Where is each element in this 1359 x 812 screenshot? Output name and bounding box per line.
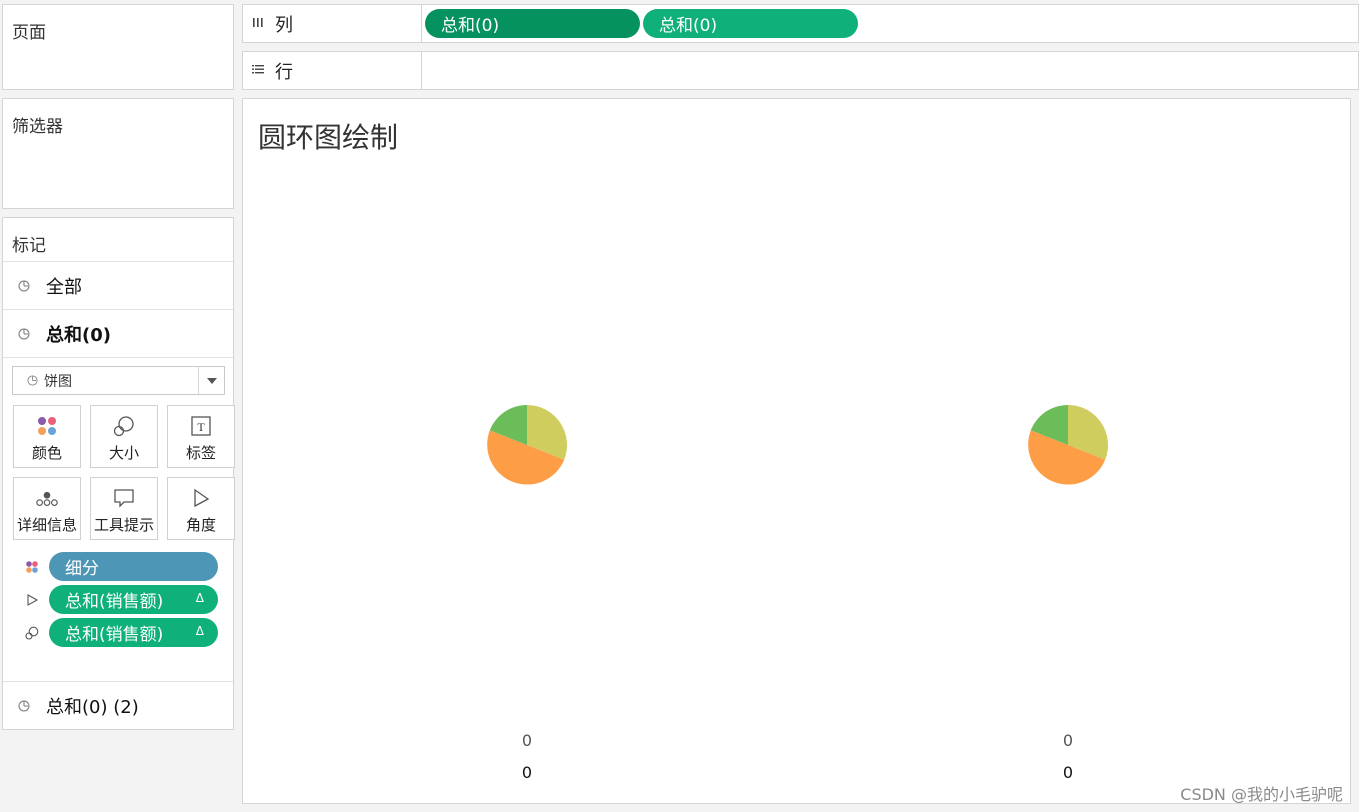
pie-icon: [18, 328, 30, 339]
color-icon: [25, 560, 39, 574]
marks-layer1-label: 总和(0): [46, 324, 111, 346]
size-icon: [25, 626, 39, 640]
pill-label: 总和(0): [659, 16, 718, 36]
watermark: CSDN @我的小毛驴呢: [1180, 785, 1343, 804]
tile-label: 角度: [185, 516, 216, 534]
marks-layer2-row[interactable]: 总和(0) (2): [3, 681, 233, 729]
label-icon: T: [189, 414, 213, 438]
pill-label: 细分: [65, 559, 99, 579]
angle-button[interactable]: 角度: [167, 477, 235, 540]
pill-label: 总和(销售额): [65, 625, 164, 645]
color-icon: [35, 414, 59, 438]
mark-type-value: 饼图: [44, 373, 72, 390]
dropdown-button[interactable]: [198, 367, 224, 394]
pie-icon: [27, 375, 38, 386]
pages-title: 页面: [12, 23, 46, 43]
pill-label: 总和(销售额): [65, 592, 164, 612]
field-pill-segment[interactable]: 细分: [49, 552, 218, 581]
columns-icon: [252, 16, 266, 32]
pie-chart-pane-1[interactable]: [485, 403, 569, 487]
delta-icon: Δ: [195, 624, 204, 638]
pie-icon: [18, 280, 30, 291]
marks-all-row[interactable]: 全部: [3, 261, 233, 309]
pie-chart-pane-2[interactable]: [1026, 403, 1110, 487]
axis-value: 0: [1062, 731, 1074, 750]
columns-shelf[interactable]: 列 总和(0) 总和(0): [242, 4, 1359, 43]
rows-shelf[interactable]: 行: [242, 51, 1359, 90]
rows-shelf-header: 行: [243, 52, 422, 89]
tooltip-icon: [112, 486, 136, 510]
tile-label: 详细信息: [16, 516, 77, 534]
view-canvas[interactable]: 圆环图绘制 0 0 0 0: [242, 98, 1351, 804]
pie-icon: [18, 700, 30, 711]
field-row-color: 细分: [3, 552, 233, 582]
pill-label: 总和(0): [441, 16, 500, 36]
rows-icon: [252, 63, 266, 79]
tile-label: 工具提示: [93, 516, 154, 534]
angle-icon: [189, 486, 213, 510]
marks-layer2-label: 总和(0) (2): [46, 696, 139, 718]
size-button[interactable]: 大小: [90, 405, 158, 468]
field-row-size: 总和(销售额) Δ: [3, 618, 233, 648]
tile-label: 标签: [185, 444, 216, 462]
chevron-down-icon: [206, 377, 217, 384]
filters-title: 筛选器: [12, 117, 63, 137]
detail-button[interactable]: 详细信息: [13, 477, 81, 540]
marks-layer1-row[interactable]: 总和(0): [3, 309, 233, 357]
axis-value: 0: [1062, 763, 1074, 782]
marks-title: 标记: [12, 236, 46, 256]
divider: [3, 357, 233, 358]
view-title: 圆环图绘制: [258, 121, 399, 154]
field-pill-sales-angle[interactable]: 总和(销售额) Δ: [49, 585, 218, 614]
tile-label: 颜色: [31, 444, 62, 462]
marks-all-label: 全部: [46, 276, 82, 298]
mark-type-select[interactable]: 饼图: [12, 366, 225, 395]
angle-icon: [25, 593, 39, 607]
columns-shelf-header: 列: [243, 5, 422, 42]
label-button[interactable]: T 标签: [167, 405, 235, 468]
delta-icon: Δ: [195, 591, 204, 605]
size-icon: [112, 414, 136, 438]
detail-icon: [35, 486, 59, 510]
field-row-angle: 总和(销售额) Δ: [3, 585, 233, 615]
field-pill-sales-size[interactable]: 总和(销售额) Δ: [49, 618, 218, 647]
filters-panel[interactable]: 筛选器: [2, 98, 234, 209]
axis-value: 0: [521, 731, 533, 750]
pages-panel[interactable]: 页面: [2, 4, 234, 90]
rows-label: 行: [275, 61, 293, 83]
tile-label: 大小: [108, 444, 139, 462]
column-pill-1[interactable]: 总和(0): [425, 9, 640, 38]
tooltip-button[interactable]: 工具提示: [90, 477, 158, 540]
marks-panel: 标记 全部 总和(0) 饼图 颜色 大小 T 标签 详细信息 工具提示 角度 细…: [2, 217, 235, 730]
axis-value: 0: [521, 763, 533, 782]
column-pill-2[interactable]: 总和(0): [643, 9, 858, 38]
columns-label: 列: [275, 14, 293, 36]
svg-text:T: T: [197, 420, 205, 434]
color-button[interactable]: 颜色: [13, 405, 81, 468]
